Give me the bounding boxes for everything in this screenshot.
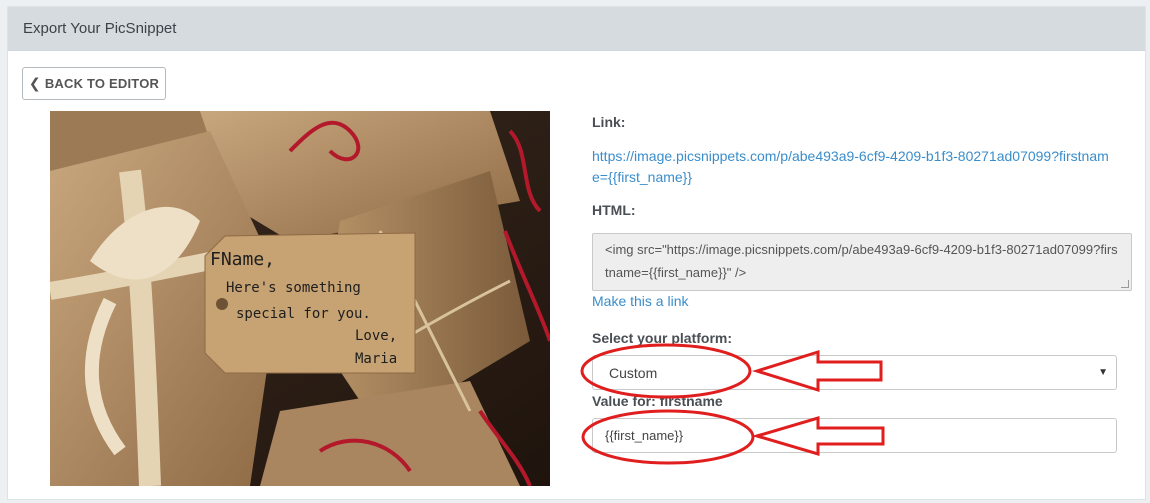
picsnippet-preview-image: FName, Here's something special for you.… xyxy=(50,111,550,486)
firstname-label: Value for: firstname xyxy=(592,393,723,409)
html-code-text: <img src="https://image.picsnippets.com/… xyxy=(605,242,1118,280)
tag-line-1: FName, xyxy=(210,249,276,270)
caret-down-icon: ▼ xyxy=(1098,367,1108,378)
link-label: Link: xyxy=(592,114,626,130)
back-button-label: BACK TO EDITOR xyxy=(44,76,160,91)
back-to-editor-button[interactable]: ❮ BACK TO EDITOR xyxy=(22,67,166,100)
firstname-input-value: {{first_name}} xyxy=(605,428,684,443)
platform-label: Select your platform: xyxy=(592,330,733,346)
html-code-textarea[interactable]: <img src="https://image.picsnippets.com/… xyxy=(592,233,1132,291)
tag-line-5: Maria xyxy=(355,351,398,367)
tag-line-4: Love, xyxy=(355,328,398,344)
platform-selected-value: Custom xyxy=(609,364,658,381)
resize-handle-icon[interactable] xyxy=(1121,280,1129,288)
gift-photo xyxy=(50,111,550,486)
platform-select[interactable]: Custom ▼ xyxy=(592,355,1117,390)
export-panel: Export Your PicSnippet ❮ BACK TO EDITOR xyxy=(7,6,1146,500)
chevron-left-icon: ❮ xyxy=(28,75,41,91)
panel-title: Export Your PicSnippet xyxy=(23,20,177,37)
html-label: HTML: xyxy=(592,202,636,218)
make-this-a-link[interactable]: Make this a link xyxy=(592,293,688,309)
firstname-input[interactable]: {{first_name}} xyxy=(592,418,1117,453)
tag-line-3: special for you. xyxy=(236,306,371,322)
panel-header: Export Your PicSnippet xyxy=(8,7,1145,51)
snippet-link[interactable]: https://image.picsnippets.com/p/abe493a9… xyxy=(592,146,1112,188)
tag-line-2: Here's something xyxy=(226,280,361,296)
